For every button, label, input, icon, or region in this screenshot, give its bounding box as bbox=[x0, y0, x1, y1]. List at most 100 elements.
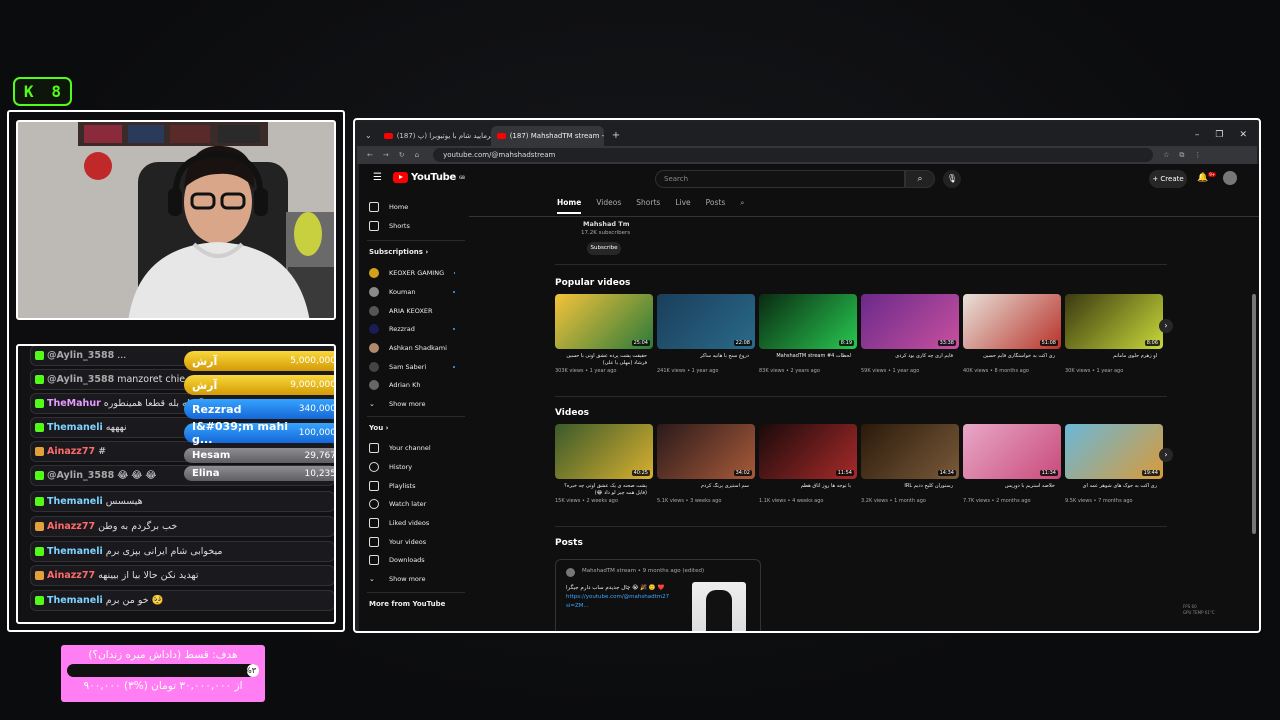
video-thumbnail[interactable]: 19:44 bbox=[1065, 424, 1163, 479]
video-title[interactable]: دروغ سنج با هانیه ساکر bbox=[657, 353, 755, 367]
create-button[interactable]: + Create bbox=[1149, 170, 1187, 188]
subscribe-button[interactable]: Subscribe bbox=[587, 242, 621, 255]
video-title[interactable]: پشت صحنه ی یک عشق اوتی چه خبره؟ (فایل هم… bbox=[555, 483, 653, 497]
sidebar-item-liked-videos[interactable]: Liked videos bbox=[369, 516, 429, 530]
notifications-bell-icon[interactable]: 🔔9+ bbox=[1197, 172, 1217, 183]
forward-icon[interactable]: → bbox=[383, 151, 389, 159]
minimize-button[interactable]: – bbox=[1195, 130, 1200, 140]
video-title[interactable]: آو زهرم جلوی مامانم bbox=[1065, 353, 1163, 367]
extensions-icon[interactable]: ⧉ bbox=[1179, 151, 1184, 160]
sidebar-item-subscription[interactable]: Sam Saberi bbox=[369, 360, 455, 374]
video-thumbnail[interactable]: 11:54 bbox=[759, 424, 857, 479]
video-thumbnail[interactable]: 8:06 bbox=[1065, 294, 1163, 349]
sidebar-item-subscription[interactable]: KEOXER GAMING bbox=[369, 266, 455, 280]
hamburger-menu-icon[interactable]: ☰ bbox=[373, 172, 382, 183]
video-title[interactable]: IRL رستوران کلیج ذدیم bbox=[861, 483, 959, 497]
next-arrow-icon[interactable]: › bbox=[1159, 319, 1173, 333]
video-thumbnail[interactable]: 8:19 bbox=[759, 294, 857, 349]
youtube-logo[interactable]: YouTube GB bbox=[393, 172, 465, 183]
video-thumbnail[interactable]: 33:38 bbox=[861, 294, 959, 349]
video-card[interactable]: 19:44 ری اکت به جوک های شوهر عمه ای 9.5K v… bbox=[1065, 424, 1163, 504]
search-input[interactable]: Search bbox=[655, 170, 905, 188]
back-icon[interactable]: ← bbox=[367, 151, 373, 159]
video-title[interactable]: MahshadTM stream #4 لحظات bbox=[759, 353, 857, 367]
browser-tab[interactable]: (187) بفرمایید شام با یوتیوبرا (پ... ✕ bbox=[378, 126, 491, 146]
channel-name: Mahshad Tm bbox=[583, 220, 630, 228]
video-thumbnail[interactable]: 25:04 bbox=[555, 294, 653, 349]
tab-live[interactable]: Live bbox=[675, 198, 690, 214]
video-title[interactable]: ری اکت به خواستگاری فایم حسین bbox=[963, 353, 1061, 367]
video-thumbnail[interactable]: 22:08 bbox=[657, 294, 755, 349]
video-title[interactable]: خلاصه استریم با دوریس bbox=[963, 483, 1061, 497]
goal-amount: ۹۰۰,۰۰۰ از ۳۰,۰۰۰,۰۰۰ تومان (%۳) bbox=[83, 680, 243, 692]
home-icon[interactable]: ⌂ bbox=[415, 151, 419, 159]
account-avatar[interactable] bbox=[1223, 171, 1237, 185]
sidebar-item-subscription[interactable]: Ashkan Shadkami bbox=[369, 341, 455, 355]
video-title[interactable]: ری اکت به جوک های شوهر عمه ای bbox=[1065, 483, 1163, 497]
sidebar-item-subscription[interactable]: Adrian Kh bbox=[369, 378, 455, 392]
video-card[interactable]: 8:06 آو زهرم جلوی مامانم 30K views • 1 yea… bbox=[1065, 294, 1163, 374]
video-title[interactable]: فایم اری چه کاری بود کردی bbox=[861, 353, 959, 367]
close-button[interactable]: ✕ bbox=[1239, 130, 1247, 140]
new-tab-button[interactable]: + bbox=[604, 130, 628, 146]
video-card[interactable]: 34:02 سم استیری پرنگ کردم 5.1K views • 3 w… bbox=[657, 424, 755, 504]
tab-videos[interactable]: Videos bbox=[596, 198, 621, 214]
mic-icon[interactable]: 🎙 bbox=[943, 170, 961, 188]
next-arrow-icon[interactable]: › bbox=[1159, 448, 1173, 462]
maximize-button[interactable]: ❐ bbox=[1215, 130, 1223, 140]
sidebar-item-history[interactable]: History bbox=[369, 460, 412, 474]
sidebar-item-your-channel[interactable]: Your channel bbox=[369, 441, 431, 455]
video-thumbnail[interactable]: 11:34 bbox=[963, 424, 1061, 479]
vip-badge-icon bbox=[35, 447, 44, 456]
video-card[interactable]: 11:34 خلاصه استریم با دوریس 7.7K views • 2… bbox=[963, 424, 1061, 504]
sidebar-item-playlists[interactable]: Playlists bbox=[369, 479, 416, 493]
scrollbar-thumb[interactable] bbox=[1252, 294, 1256, 534]
tab-posts[interactable]: Posts bbox=[706, 198, 726, 214]
video-card[interactable]: 25:04 حقیقت پشت پرده عشق اوتی با حسین فرش… bbox=[555, 294, 653, 374]
video-duration: 14:34 bbox=[937, 470, 956, 476]
sidebar-item-subscription[interactable]: Rezzrad bbox=[369, 322, 455, 336]
video-thumbnail[interactable]: 51:08 bbox=[963, 294, 1061, 349]
tab-home[interactable]: Home bbox=[557, 198, 582, 214]
reload-icon[interactable]: ↻ bbox=[399, 151, 405, 159]
sidebar-item-home[interactable]: Home bbox=[369, 200, 408, 214]
video-card[interactable]: 33:38 فایم اری چه کاری بود کردی 59K views … bbox=[861, 294, 959, 374]
sidebar-divider bbox=[367, 240, 465, 241]
browser-tab-active[interactable]: (187) MahshadTM stream - Yo... ✕ bbox=[490, 126, 604, 146]
sidebar-show-more[interactable]: ⌄ Show more bbox=[369, 397, 425, 411]
video-thumbnail[interactable]: 40:25 bbox=[555, 424, 653, 479]
url-field[interactable]: youtube.com/@mahshadstream bbox=[433, 148, 1154, 162]
sidebar-item-your-videos[interactable]: Your videos bbox=[369, 535, 426, 549]
video-card[interactable]: 11:54 با توجه ها روز اتاق هطم 1.1K views •… bbox=[759, 424, 857, 504]
sidebar-item-downloads[interactable]: Downloads bbox=[369, 553, 425, 567]
video-title[interactable]: حقیقت پشت پرده عشق اوتی با حسین فرشاد (م… bbox=[555, 353, 653, 367]
menu-icon[interactable]: ⋮ bbox=[1194, 151, 1201, 159]
video-card[interactable]: 22:08 دروغ سنج با هانیه ساکر 241K views • … bbox=[657, 294, 755, 374]
video-card[interactable]: 51:08 ری اکت به خواستگاری فایم حسین 40K vi… bbox=[963, 294, 1061, 374]
post-link[interactable]: https://youtube.com/@mahshadtm27 si=ZM..… bbox=[566, 593, 686, 611]
community-post[interactable]: MahshadTM stream • 9 months ago (edited)… bbox=[555, 559, 761, 631]
video-title[interactable]: سم استیری پرنگ کردم bbox=[657, 483, 755, 497]
page-scrollbar[interactable] bbox=[1251, 194, 1257, 631]
channel-search-icon[interactable]: ⌕ bbox=[740, 198, 744, 214]
bookmark-star-icon[interactable]: ☆ bbox=[1163, 151, 1169, 159]
kick-badge-icon bbox=[35, 351, 44, 360]
video-card[interactable]: 8:19 MahshadTM stream #4 لحظات 83K views •… bbox=[759, 294, 857, 374]
subscriptions-heading[interactable]: Subscriptions › bbox=[369, 248, 428, 256]
video-card[interactable]: 14:34 IRL رستوران کلیج ذدیم 3.2K views • 1… bbox=[861, 424, 959, 504]
search-button[interactable]: ⌕ bbox=[905, 170, 935, 188]
donation-amount: 5,000,000 bbox=[290, 356, 336, 366]
video-thumbnail[interactable]: 14:34 bbox=[861, 424, 959, 479]
sidebar-item-subscription[interactable]: ARIA KEOXER bbox=[369, 304, 455, 318]
tab-search-icon[interactable]: ⌄ bbox=[357, 131, 378, 146]
sidebar-item-watch-later[interactable]: Watch later bbox=[369, 497, 426, 511]
tab-shorts[interactable]: Shorts bbox=[636, 198, 660, 214]
channel-avatar-icon bbox=[369, 268, 379, 278]
video-thumbnail[interactable]: 34:02 bbox=[657, 424, 755, 479]
video-title[interactable]: با توجه ها روز اتاق هطم bbox=[759, 483, 857, 497]
video-card[interactable]: 40:25 پشت صحنه ی یک عشق اوتی چه خبره؟ (فا… bbox=[555, 424, 653, 504]
you-heading[interactable]: You › bbox=[369, 424, 389, 432]
sidebar-item-shorts[interactable]: Shorts bbox=[369, 219, 410, 233]
sidebar-item-subscription[interactable]: Kouman bbox=[369, 285, 455, 299]
sidebar-show-more[interactable]: ⌄ Show more bbox=[369, 572, 425, 586]
